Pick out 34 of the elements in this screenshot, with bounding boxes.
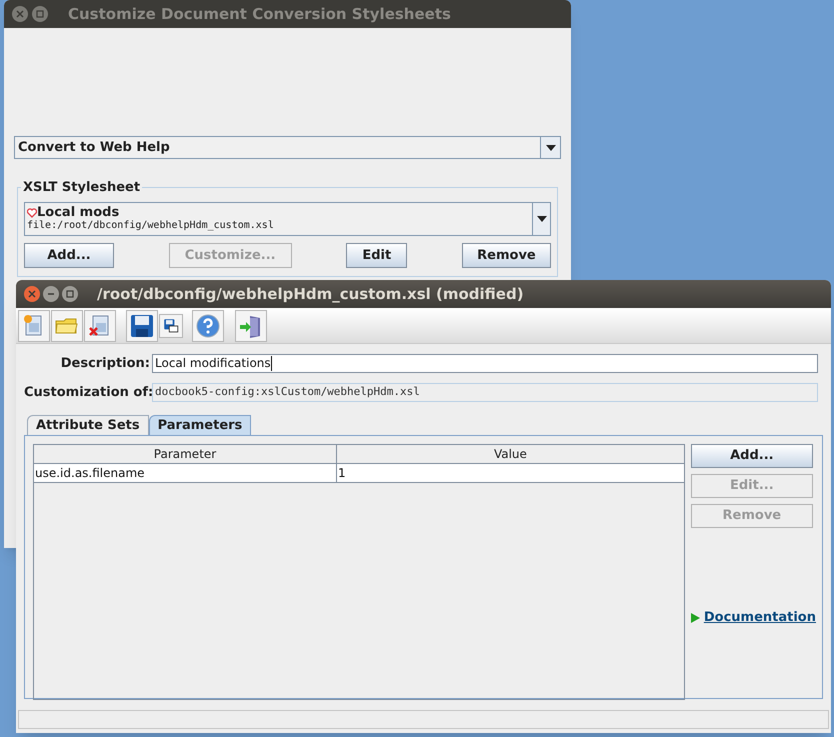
description-label: Description: xyxy=(60,354,151,373)
push-button[interactable]: Add... xyxy=(24,243,114,268)
tab[interactable]: Parameters xyxy=(148,415,252,435)
triangle-icon xyxy=(690,612,700,623)
conversion-dropdown[interactable]: Convert to Web Help xyxy=(14,136,561,159)
close-icon[interactable] xyxy=(12,6,28,22)
documentation-link[interactable]: Documentation xyxy=(704,608,816,628)
stylesheet-path: file:/root/dbconfig/webhelpHdm_custom.xsl xyxy=(27,220,275,232)
door-exit-icon[interactable] xyxy=(235,310,267,342)
push-button[interactable]: Edit xyxy=(346,243,408,268)
dropdown-value: Convert to Web Help xyxy=(17,138,171,157)
maximize-icon[interactable] xyxy=(32,6,48,22)
column-header[interactable]: Parameter xyxy=(34,445,337,463)
description-field[interactable]: Local modifications xyxy=(152,354,818,373)
customization-field: docbook5-config:xslCustom/webhelpHdm.xsl xyxy=(152,383,818,402)
heart-icon xyxy=(27,208,37,218)
stylesheet-dropdown[interactable]: Local mods file:/root/dbconfig/webhelpHdm_custom.xsl xyxy=(24,202,551,236)
folder-icon[interactable] xyxy=(51,310,83,342)
window-title: /root/dbconfig/webhelpHdm_custom.xsl (modified) xyxy=(97,284,524,305)
close-icon[interactable] xyxy=(24,286,40,302)
tab[interactable]: Attribute Sets xyxy=(27,415,149,435)
column-header[interactable]: Value xyxy=(337,445,684,463)
table-cell: use.id.as.filename xyxy=(34,464,337,482)
minimize-icon[interactable] xyxy=(43,286,59,302)
customization-label: Customization of: xyxy=(24,384,152,402)
push-button[interactable]: Add... xyxy=(690,444,813,468)
push-button[interactable]: Remove xyxy=(462,243,551,268)
new-document-icon[interactable] xyxy=(18,310,50,342)
stylesheet-name: Local mods xyxy=(37,205,120,220)
window-title: Customize Document Conversion Stylesheets xyxy=(68,4,451,25)
table-cell-text: 1 xyxy=(337,465,347,482)
help-icon[interactable] xyxy=(192,310,224,342)
delete-document-icon[interactable] xyxy=(84,310,116,342)
maximize-icon[interactable] xyxy=(62,286,78,302)
